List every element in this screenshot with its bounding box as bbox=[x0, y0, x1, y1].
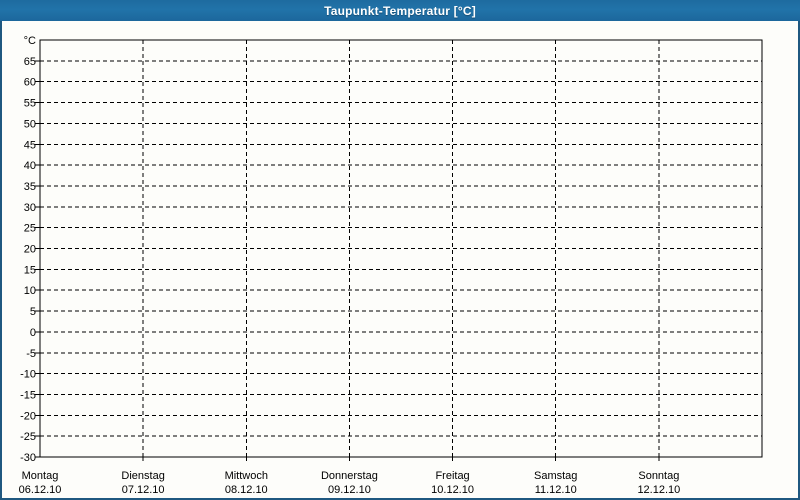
title-bar[interactable]: Taupunkt-Temperatur [°C] bbox=[0, 0, 800, 21]
x-date-label: 09.12.10 bbox=[328, 484, 371, 496]
y-tick-label: 65 bbox=[24, 56, 36, 68]
y-tick-label: 10 bbox=[24, 285, 36, 297]
y-tick-label: -5 bbox=[26, 348, 36, 360]
y-tick-label: -30 bbox=[20, 452, 36, 464]
y-tick-label: 5 bbox=[30, 306, 36, 318]
y-tick-label: 50 bbox=[24, 118, 36, 130]
x-date-label: 06.12.10 bbox=[19, 484, 62, 496]
chart-plot: °C65605550454035302520151050-5-10-15-20-… bbox=[0, 0, 800, 500]
y-tick-label: 60 bbox=[24, 77, 36, 89]
y-tick-label: 35 bbox=[24, 181, 36, 193]
y-tick-label: 25 bbox=[24, 223, 36, 235]
x-date-label: 10.12.10 bbox=[431, 484, 474, 496]
y-tick-label: 20 bbox=[24, 244, 36, 256]
y-tick-label: -15 bbox=[20, 389, 36, 401]
chart-title: Taupunkt-Temperatur [°C] bbox=[324, 3, 476, 18]
x-weekday-label: Dienstag bbox=[121, 470, 164, 482]
x-date-label: 08.12.10 bbox=[225, 484, 268, 496]
y-tick-label: 0 bbox=[30, 327, 36, 339]
x-date-label: 12.12.10 bbox=[637, 484, 680, 496]
y-tick-label: -10 bbox=[20, 369, 36, 381]
y-tick-label: 45 bbox=[24, 139, 36, 151]
y-tick-label: °C bbox=[24, 35, 36, 47]
x-date-label: 07.12.10 bbox=[122, 484, 165, 496]
x-weekday-label: Samstag bbox=[534, 470, 577, 482]
x-date-label: 11.12.10 bbox=[535, 484, 577, 496]
y-tick-label: 40 bbox=[24, 160, 36, 172]
x-weekday-label: Sonntag bbox=[638, 470, 679, 482]
x-weekday-label: Donnerstag bbox=[321, 470, 378, 482]
y-tick-label: -20 bbox=[20, 410, 36, 422]
x-weekday-label: Montag bbox=[22, 470, 59, 482]
chart-window: Taupunkt-Temperatur [°C] °C 65 60 55 50 45 40 3… bbox=[0, 0, 800, 500]
window-frame bbox=[0, 0, 800, 500]
x-weekday-label: Mittwoch bbox=[225, 470, 268, 482]
y-tick-label: 15 bbox=[24, 264, 36, 276]
y-tick-label: -25 bbox=[20, 431, 36, 443]
x-weekday-label: Freitag bbox=[435, 470, 469, 482]
y-tick-label: 30 bbox=[24, 202, 36, 214]
y-tick-label: 55 bbox=[24, 98, 36, 110]
